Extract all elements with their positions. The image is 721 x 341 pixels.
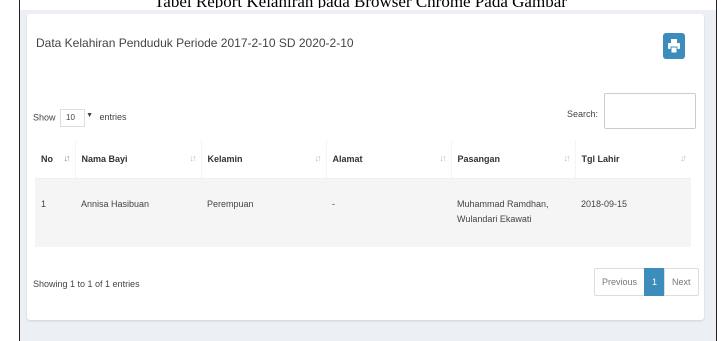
column-header-nama-bayi[interactable]: Nama Bayi ↓↑: [75, 140, 202, 179]
cell-no: 1: [35, 178, 75, 247]
pagination-next-button[interactable]: Next: [664, 268, 699, 296]
cell-pasangan: Muhammad Ramdhan, Wulandari Ekawati: [451, 178, 575, 247]
report-panel: Data Kelahiran Penduduk Periode 2017-2-1…: [27, 14, 704, 320]
sort-icon: ↓↑: [680, 153, 687, 163]
entries-select-value: 10: [66, 113, 75, 122]
chevron-down-icon: ▼: [86, 112, 94, 119]
table-row: 1 Annisa Hasibuan Perempuan - Muhammad R…: [35, 178, 691, 247]
data-table: No ↓↑ Nama Bayi ↓↑ Kelamin ↓↑ Alamat ↓↑ …: [35, 140, 691, 247]
pasangan-line-2: Wulandari Ekawati: [457, 214, 532, 224]
cell-nama-bayi: Annisa Hasibuan: [75, 178, 201, 247]
search-label: Search:: [567, 109, 599, 119]
print-icon: [668, 39, 680, 53]
column-header-tgl-lahir[interactable]: Tgl Lahir ↓↑: [575, 140, 691, 179]
sort-icon: ↓↑: [439, 153, 447, 163]
cell-alamat: -: [326, 178, 451, 247]
column-header-kelamin[interactable]: Kelamin ↓↑: [201, 140, 327, 179]
pagination-previous-button[interactable]: Previous: [594, 268, 646, 296]
print-button[interactable]: [663, 33, 685, 59]
panel-title: Data Kelahiran Penduduk Periode 2017-2-1…: [36, 36, 354, 50]
entries-label: entries: [99, 112, 127, 123]
show-label: Show: [33, 112, 56, 123]
column-header-no[interactable]: No ↓↑: [35, 140, 76, 179]
cell-kelamin: Perempuan: [201, 178, 326, 247]
sort-icon: ↓↑: [563, 153, 571, 163]
table-header-row: No ↓↑ Nama Bayi ↓↑ Kelamin ↓↑ Alamat ↓↑ …: [35, 140, 691, 179]
cell-tgl-lahir: 2018-09-15: [575, 178, 691, 247]
pagination: Previous 1 Next: [594, 268, 699, 296]
sort-asc-icon: ↓↑: [63, 153, 71, 163]
entries-length-control: Show 10 ▼ entries: [33, 109, 127, 127]
search-input[interactable]: [604, 93, 696, 129]
entries-select[interactable]: 10 ▼: [60, 109, 93, 127]
column-header-pasangan[interactable]: Pasangan ↓↑: [451, 140, 576, 179]
pagination-page-1[interactable]: 1: [644, 268, 666, 296]
frame-border-right: [716, 0, 717, 341]
pasangan-line-1: Muhammad Ramdhan,: [457, 199, 549, 209]
table-info: Showing 1 to 1 of 1 entries: [33, 279, 140, 289]
column-header-alamat[interactable]: Alamat ↓↑: [326, 140, 452, 179]
sort-icon: ↓↑: [189, 153, 197, 163]
caption-text: Tabel Report Kelahiran pada Browser Chro…: [0, 0, 721, 8]
sort-icon: ↓↑: [314, 153, 322, 163]
